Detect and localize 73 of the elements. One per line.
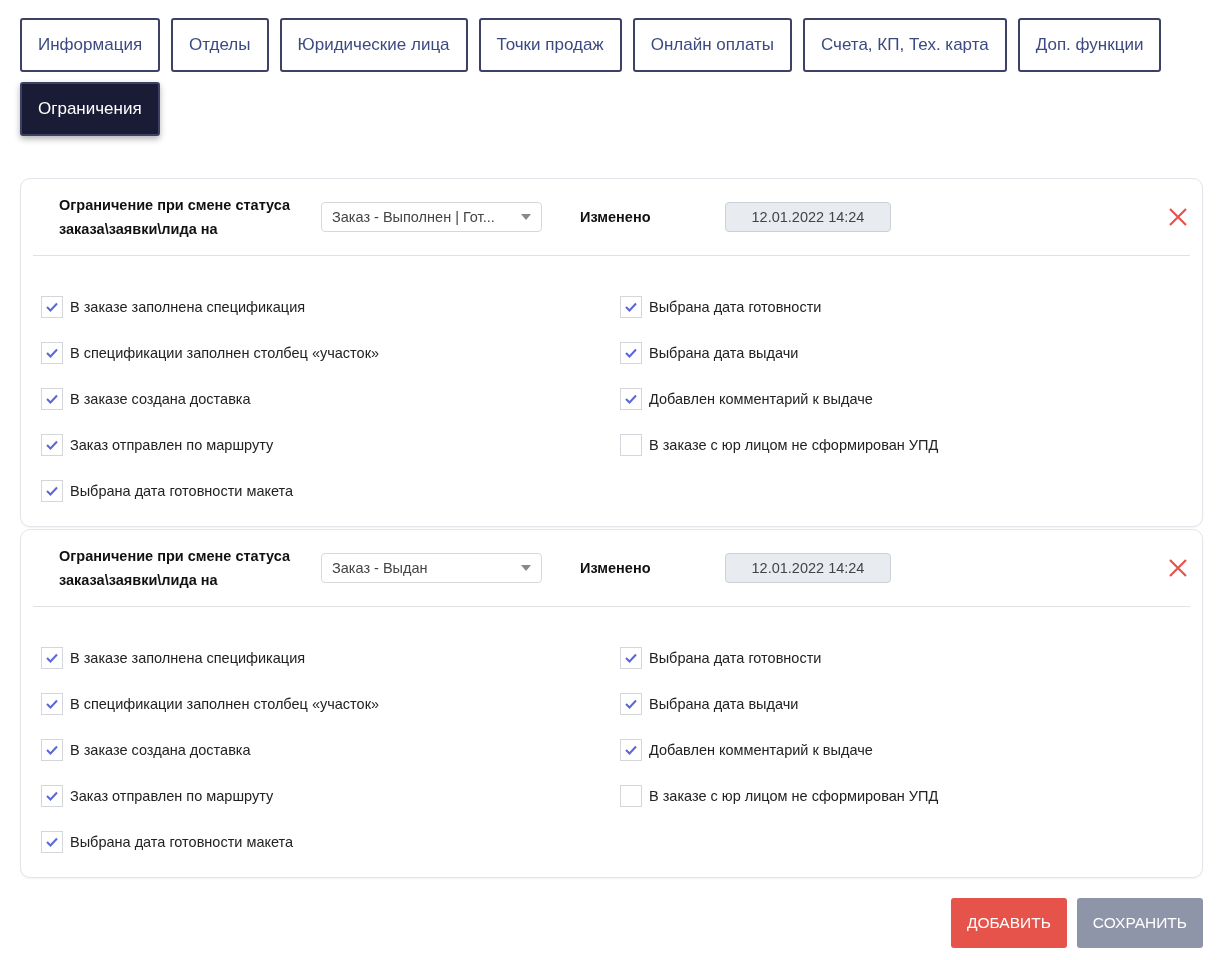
check-icon [46, 837, 58, 847]
checkbox[interactable] [620, 739, 642, 761]
checkbox[interactable] [41, 388, 63, 410]
check-icon [46, 699, 58, 709]
checkbox-label: Добавлен комментарий к выдаче [649, 391, 873, 407]
checkbox-label: В спецификации заполнен столбец «участок» [70, 696, 380, 712]
check-icon [625, 653, 637, 663]
checkbox-label: Выбрана дата готовности макета [70, 834, 294, 850]
checkbox[interactable] [620, 647, 642, 669]
checkbox-label: Выбрана дата выдачи [649, 345, 799, 361]
checkbox-label: Выбрана дата готовности [649, 299, 822, 315]
check-icon [625, 394, 637, 404]
add-button[interactable]: ДОБАВИТЬ [951, 898, 1067, 948]
checkbox-label: Выбрана дата готовности макета [70, 483, 294, 499]
checkbox-label: Добавлен комментарий к выдаче [649, 742, 873, 758]
changed-label: Изменено [580, 560, 652, 576]
checkbox-label: Выбрана дата готовности [649, 650, 822, 666]
checkbox-label: В заказе с юр лицом не сформирован УПД [649, 788, 939, 804]
checkbox-label: Заказ отправлен по маршруту [70, 437, 274, 453]
tab[interactable]: Отделы [171, 18, 269, 72]
tab[interactable]: Точки продаж [478, 18, 622, 72]
changed-label: Изменено [580, 209, 652, 225]
check-icon [46, 745, 58, 755]
date-field: 12.01.2022 14:24 [725, 553, 891, 583]
checkbox[interactable] [41, 480, 63, 502]
tab[interactable]: Юридические лица [279, 18, 468, 72]
checkbox[interactable] [41, 739, 63, 761]
checkbox-label: В заказе создана доставка [70, 742, 251, 758]
check-icon [46, 653, 58, 663]
checkbox[interactable] [620, 388, 642, 410]
tab[interactable]: Счета, КП, Тех. карта [803, 18, 1007, 72]
checkbox[interactable] [620, 693, 642, 715]
caret-icon [521, 214, 531, 220]
check-icon [625, 348, 637, 358]
check-icon [46, 348, 58, 358]
checkbox[interactable] [620, 342, 642, 364]
check-icon [46, 394, 58, 404]
caret-icon [521, 565, 531, 571]
checkbox[interactable] [41, 693, 63, 715]
tab[interactable]: Информация [20, 18, 161, 72]
checkbox-label: Заказ отправлен по маршруту [70, 788, 274, 804]
close-icon[interactable] [1168, 207, 1188, 227]
checkbox-label: В заказе заполнена спецификация [70, 650, 306, 666]
date-field: 12.01.2022 14:24 [725, 202, 891, 232]
check-icon [46, 302, 58, 312]
status-dropdown[interactable]: Заказ - Выполнен | Гот... [321, 202, 542, 232]
checkbox[interactable] [620, 785, 642, 807]
rule-label: Ограничение при смене статуса заказа\заявки\лида на [59, 547, 292, 590]
checkbox-label: В спецификации заполнен столбец «участок» [70, 345, 380, 361]
check-icon [625, 302, 637, 312]
checkbox[interactable] [41, 296, 63, 318]
checkbox[interactable] [41, 831, 63, 853]
tab[interactable]: Доп. функции [1017, 18, 1162, 72]
checkbox-label: В заказе заполнена спецификация [70, 299, 306, 315]
checkbox-label: В заказе с юр лицом не сформирован УПД [649, 437, 939, 453]
checkbox[interactable] [620, 434, 642, 456]
checkbox-label: Выбрана дата выдачи [649, 696, 799, 712]
checkbox[interactable] [41, 647, 63, 669]
check-icon [46, 486, 58, 496]
check-icon [46, 791, 58, 801]
checkbox[interactable] [620, 296, 642, 318]
check-icon [46, 440, 58, 450]
checkbox[interactable] [41, 785, 63, 807]
tab[interactable]: Ограничения [20, 82, 160, 136]
checkbox-label: В заказе создана доставка [70, 391, 251, 407]
rule-label: Ограничение при смене статуса заказа\заявки\лида на [59, 196, 292, 239]
check-icon [625, 745, 637, 755]
checkbox[interactable] [41, 434, 63, 456]
tab[interactable]: Онлайн оплаты [632, 18, 792, 72]
checkbox[interactable] [41, 342, 63, 364]
status-dropdown[interactable]: Заказ - Выдан [321, 553, 542, 583]
close-icon[interactable] [1168, 558, 1188, 578]
check-icon [625, 699, 637, 709]
